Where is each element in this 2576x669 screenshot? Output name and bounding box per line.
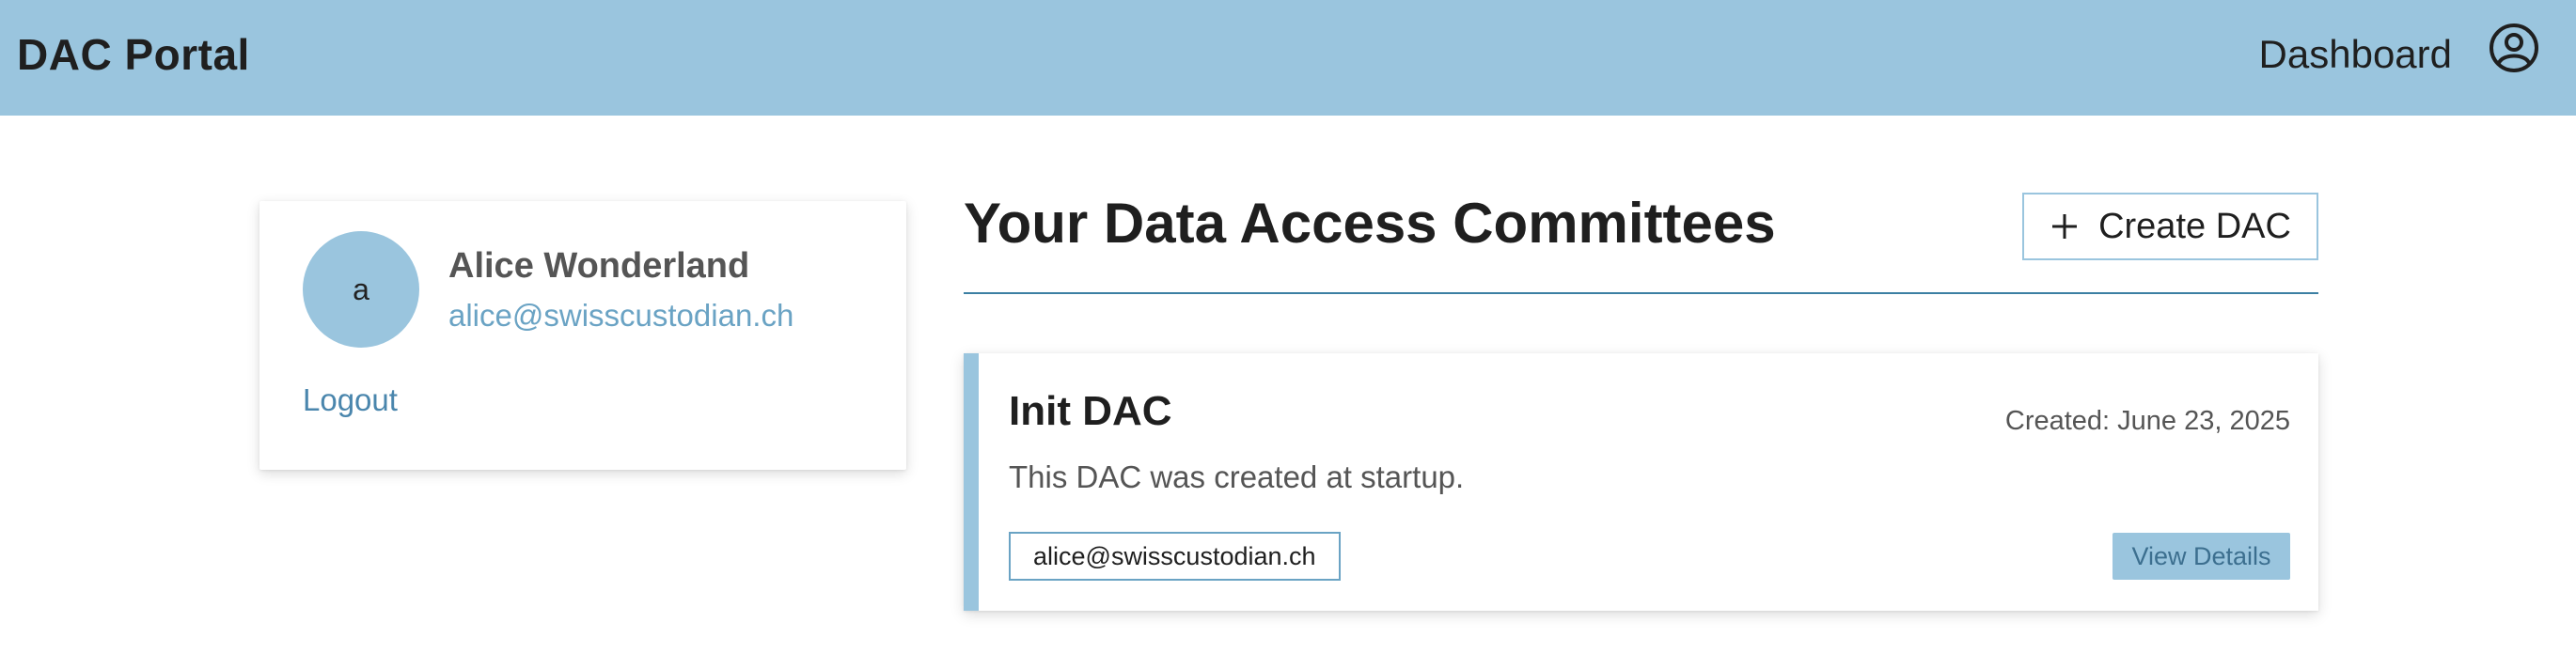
top-bar: DAC Portal Dashboard <box>0 0 2576 116</box>
profile-card: a Alice Wonderland alice@swisscustodian.… <box>259 201 906 470</box>
dac-description: This DAC was created at startup. <box>1009 459 1465 494</box>
create-dac-label: Create DAC <box>2098 206 2291 246</box>
nav-dashboard-link[interactable]: Dashboard <box>2259 26 2452 83</box>
user-circle-icon[interactable] <box>2488 22 2540 74</box>
dac-title[interactable]: Init DAC <box>1009 385 1172 438</box>
member-chip: alice@swisscustodian.ch <box>1009 532 1341 581</box>
user-email: alice@swisscustodian.ch <box>448 298 794 333</box>
plus-icon <box>2052 214 2078 239</box>
dac-card: Init DAC Created: June 23, 2025 This DAC… <box>964 353 2318 611</box>
section-divider <box>964 292 2318 294</box>
logout-link[interactable]: Logout <box>303 380 398 421</box>
view-details-button[interactable]: View Details <box>2113 533 2290 580</box>
avatar: a <box>303 231 419 348</box>
create-dac-button[interactable]: Create DAC <box>2022 193 2318 260</box>
dac-created-date: Created: June 23, 2025 <box>2004 406 2290 436</box>
brand-title[interactable]: DAC Portal <box>17 26 250 83</box>
page-title: Your Data Access Committees <box>964 192 1776 255</box>
user-name: Alice Wonderland <box>448 246 750 286</box>
